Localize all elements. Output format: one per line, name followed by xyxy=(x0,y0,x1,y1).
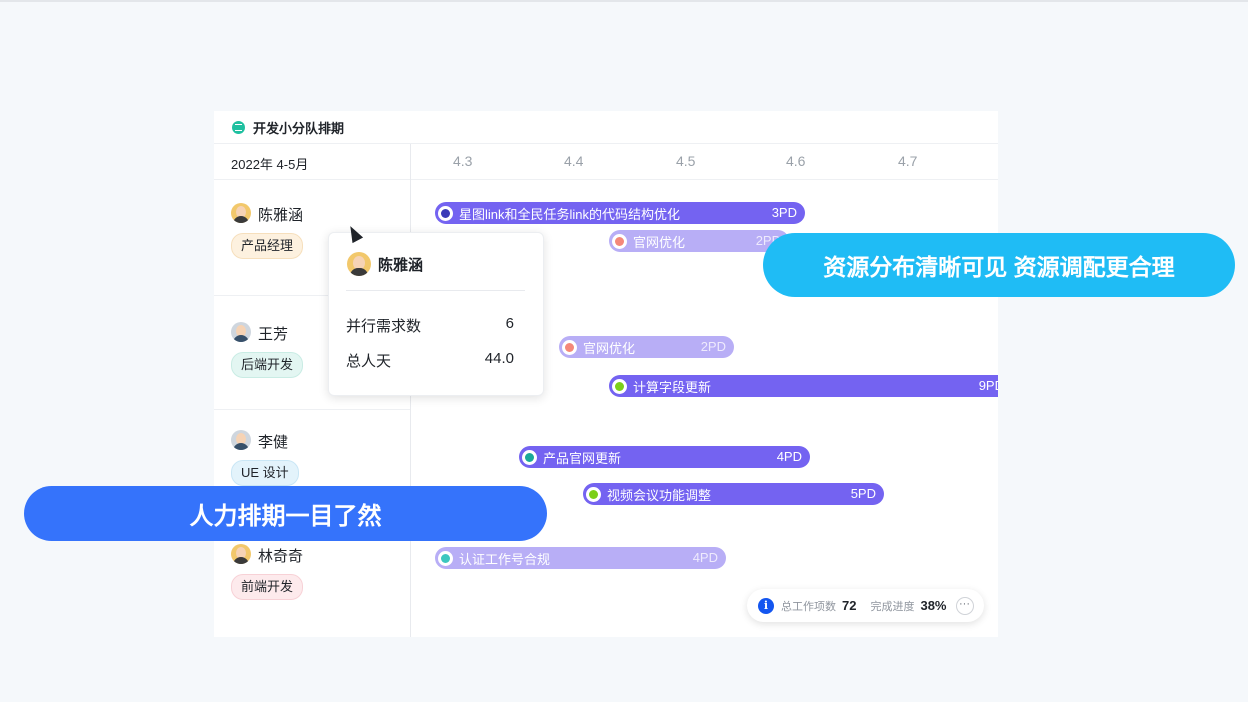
task-bar[interactable]: 官网优化 2PD xyxy=(559,336,734,358)
task-label: 官网优化 xyxy=(633,234,686,250)
status-dot-icon xyxy=(586,486,601,502)
role-tag: 产品经理 xyxy=(231,233,304,259)
task-label: 认证工作号合规 xyxy=(459,551,551,567)
task-effort: 4PD xyxy=(692,550,718,565)
status-dot-icon xyxy=(612,378,627,394)
divider xyxy=(214,409,410,410)
progress-value: 38% xyxy=(920,598,947,613)
task-label: 视频会议功能调整 xyxy=(607,487,712,503)
date-label: 4.6 xyxy=(786,153,806,169)
popover-name: 陈雅涵 xyxy=(378,257,424,274)
avatar xyxy=(347,252,371,276)
task-effort: 5PD xyxy=(850,486,876,501)
date-label: 4.7 xyxy=(898,153,918,169)
role-tag: 前端开发 xyxy=(231,574,304,600)
divider xyxy=(411,179,998,180)
total-value: 72 xyxy=(842,598,857,613)
task-bar[interactable]: 认证工作号合规 4PD xyxy=(435,547,726,569)
task-effort: 9PD xyxy=(978,378,998,393)
role-tag: UE 设计 xyxy=(231,460,299,486)
task-effort: 4PD xyxy=(776,449,802,464)
task-bar[interactable]: 计算字段更新 9PD xyxy=(609,375,998,397)
task-effort: 3PD xyxy=(771,205,797,220)
total-label: 总工作项数 xyxy=(781,600,836,613)
task-bar[interactable]: 官网优化 2PD xyxy=(609,230,789,252)
role-tag: 后端开发 xyxy=(231,352,304,378)
task-label: 官网优化 xyxy=(583,340,636,356)
avatar xyxy=(231,430,251,450)
avatar xyxy=(231,544,251,564)
popover-row-label: 并行需求数 xyxy=(346,318,422,335)
progress-label: 完成进度 xyxy=(870,600,915,613)
member-name: 王芳 xyxy=(258,326,289,343)
status-dot-icon xyxy=(438,205,453,221)
period-label: 2022年 4-5月 xyxy=(231,157,309,172)
status-dot-icon xyxy=(522,449,537,465)
date-label: 4.3 xyxy=(453,153,473,169)
status-dot-icon xyxy=(562,339,577,355)
task-label: 计算字段更新 xyxy=(633,379,712,395)
board-icon xyxy=(232,120,245,134)
status-dot-icon xyxy=(612,233,627,249)
info-icon[interactable]: i xyxy=(758,597,774,614)
member-name: 李健 xyxy=(258,434,289,451)
board-header: 开发小分队排期 xyxy=(214,111,998,144)
divider xyxy=(214,179,410,180)
task-effort: 2PD xyxy=(700,339,726,354)
task-label: 产品官网更新 xyxy=(543,450,622,466)
avatar xyxy=(231,322,251,342)
task-bar[interactable]: 视频会议功能调整 5PD xyxy=(583,483,884,505)
feature-banner-left: 人力排期一目了然 xyxy=(24,486,547,541)
popover-row-value: 6 xyxy=(505,315,514,332)
popover-row: 并行需求数 6 xyxy=(346,315,514,336)
timeline-header: 4.3 4.4 4.5 4.6 4.7 xyxy=(411,144,998,179)
avatar xyxy=(231,203,251,223)
member-popover: 陈雅涵 并行需求数 6 总人天 44.0 xyxy=(328,232,544,396)
popover-row: 总人天 44.0 xyxy=(346,350,514,371)
date-label: 4.5 xyxy=(676,153,696,169)
date-label: 4.4 xyxy=(564,153,584,169)
member-name: 林奇奇 xyxy=(258,548,304,565)
popover-row-value: 44.0 xyxy=(484,350,514,367)
top-border xyxy=(0,0,1248,2)
summary-bar: i 总工作项数 72 完成进度 38% ··· xyxy=(747,589,984,622)
status-dot-icon xyxy=(438,550,453,566)
more-icon[interactable]: ··· xyxy=(955,596,974,615)
member-name: 陈雅涵 xyxy=(258,207,304,224)
popover-row-label: 总人天 xyxy=(346,353,392,370)
divider xyxy=(346,290,525,291)
board-title[interactable]: 开发小分队排期 xyxy=(253,118,344,137)
task-label: 星图link和全民任务link的代码结构优化 xyxy=(459,206,681,222)
feature-banner-right: 资源分布清晰可见 资源调配更合理 xyxy=(763,233,1235,297)
task-bar[interactable]: 产品官网更新 4PD xyxy=(519,446,810,468)
task-bar[interactable]: 星图link和全民任务link的代码结构优化 3PD xyxy=(435,202,805,224)
